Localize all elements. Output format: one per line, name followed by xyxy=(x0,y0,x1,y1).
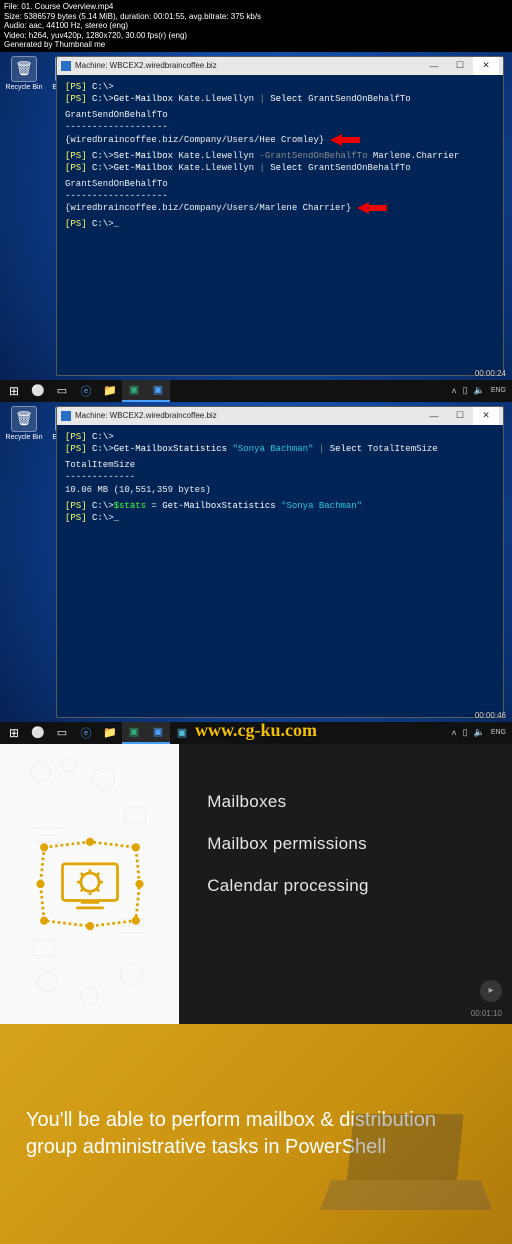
app-taskbar-button[interactable]: ▣ xyxy=(170,722,194,744)
window-titlebar[interactable]: Machine: WBCEX2.wiredbraincoffee.biz — ☐… xyxy=(57,407,503,425)
bullet-item: Calendar processing xyxy=(207,876,484,896)
red-arrow-icon xyxy=(330,134,360,146)
trash-icon: 🗑 xyxy=(11,56,37,82)
language-indicator[interactable]: ENG xyxy=(491,729,506,736)
red-arrow-icon xyxy=(357,202,387,214)
recycle-bin-label: Recycle Bin xyxy=(4,84,44,91)
taskbar[interactable]: ⊞ ⚪ ▭ ⓔ 📁 ▣ ▣ ˄ ▯ 🔈 ENG xyxy=(0,380,512,402)
volume-icon[interactable]: 🔈 xyxy=(474,385,485,396)
search-button[interactable]: ⚪ xyxy=(26,380,50,402)
slide-content: Mailboxes Mailbox permissions Calendar p… xyxy=(179,744,512,1024)
thumbnail-metadata: File: 01. Course Overview.mp4 Size: 5386… xyxy=(0,0,512,52)
window-title: Machine: WBCEX2.wiredbraincoffee.biz xyxy=(75,61,421,70)
file-explorer-button[interactable]: 📁 xyxy=(98,722,122,744)
bullet-item: Mailbox permissions xyxy=(207,834,484,854)
screenshot-frame-2: 🗑 Recycle Bin E Exchange Machine: WBCEX2… xyxy=(0,402,512,744)
chevron-up-icon[interactable]: ˄ xyxy=(451,728,456,738)
edge-button[interactable]: ⓔ xyxy=(74,380,98,402)
powershell-window: Machine: WBCEX2.wiredbraincoffee.biz — ☐… xyxy=(56,56,504,376)
frame-timestamp: 00:00:24 xyxy=(475,369,506,378)
network-icon[interactable]: ▯ xyxy=(463,727,468,738)
maximize-button[interactable]: ☐ xyxy=(447,57,473,75)
file-explorer-button[interactable]: 📁 xyxy=(98,380,122,402)
language-indicator[interactable]: ENG xyxy=(491,387,506,394)
recycle-bin-icon[interactable]: 🗑 Recycle Bin xyxy=(4,406,44,441)
minimize-button[interactable]: — xyxy=(421,407,447,425)
recycle-bin-icon[interactable]: 🗑 Recycle Bin xyxy=(4,56,44,91)
volume-icon[interactable]: 🔈 xyxy=(474,727,485,738)
close-button[interactable]: ✕ xyxy=(473,407,499,425)
screenshot-frame-1: 🗑 Recycle Bin E Exchange Machine: WBCEX2… xyxy=(0,52,512,402)
window-titlebar[interactable]: Machine: WBCEX2.wiredbraincoffee.biz — ☐… xyxy=(57,57,503,75)
window-title: Machine: WBCEX2.wiredbraincoffee.biz xyxy=(75,411,421,420)
powershell-taskbar-button[interactable]: ▣ xyxy=(146,722,170,744)
task-view-button[interactable]: ▭ xyxy=(50,722,74,744)
terminal-output[interactable]: [PS] C:\> [PS] C:\>Get-MailboxStatistics… xyxy=(57,425,503,530)
task-view-button[interactable]: ▭ xyxy=(50,380,74,402)
system-tray[interactable]: ˄ ▯ 🔈 ENG xyxy=(451,727,510,738)
screenshot-frame-4: You'll be able to perform mailbox & dist… xyxy=(0,1024,512,1244)
system-tray[interactable]: ˄ ▯ 🔈 ENG xyxy=(451,385,510,396)
chevron-up-icon[interactable]: ˄ xyxy=(451,386,456,396)
play-button-overlay[interactable]: ▸ xyxy=(480,980,502,1002)
start-button[interactable]: ⊞ xyxy=(2,380,26,402)
slide-sidebar xyxy=(0,744,179,1024)
meta-video: Video: h264, yuv420p, 1280x720, 30.00 fp… xyxy=(4,31,508,41)
search-button[interactable]: ⚪ xyxy=(26,722,50,744)
maximize-button[interactable]: ☐ xyxy=(447,407,473,425)
frame-timestamp: 00:01:10 xyxy=(471,1009,502,1018)
powershell-taskbar-button[interactable]: ▣ xyxy=(146,380,170,402)
start-button[interactable]: ⊞ xyxy=(2,722,26,744)
frame-timestamp: 00:00:46 xyxy=(475,711,506,720)
laptop-silhouette xyxy=(326,1114,496,1234)
powershell-icon xyxy=(61,61,71,71)
server-manager-button[interactable]: ▣ xyxy=(122,380,146,402)
meta-file: File: 01. Course Overview.mp4 xyxy=(4,2,508,12)
recycle-bin-label: Recycle Bin xyxy=(4,434,44,441)
monitor-gear-icon xyxy=(35,836,145,931)
minimize-button[interactable]: — xyxy=(421,57,447,75)
meta-audio: Audio: aac, 44100 Hz, stereo (eng) xyxy=(4,21,508,31)
bullet-item: Mailboxes xyxy=(207,792,484,812)
network-icon[interactable]: ▯ xyxy=(463,385,468,396)
powershell-icon xyxy=(61,411,71,421)
terminal-output[interactable]: [PS] C:\> [PS] C:\>Get-Mailbox Kate.Llew… xyxy=(57,75,503,237)
server-manager-button[interactable]: ▣ xyxy=(122,722,146,744)
meta-gen: Generated by Thumbnail me xyxy=(4,40,508,50)
screenshot-frame-3: www.cg-ku.com xyxy=(0,744,512,1024)
meta-size: Size: 5386579 bytes (5.14 MiB), duration… xyxy=(4,12,508,22)
close-button[interactable]: ✕ xyxy=(473,57,499,75)
trash-icon: 🗑 xyxy=(11,406,37,432)
taskbar[interactable]: ⊞ ⚪ ▭ ⓔ 📁 ▣ ▣ ▣ ˄ ▯ 🔈 ENG xyxy=(0,722,512,744)
edge-button[interactable]: ⓔ xyxy=(74,722,98,744)
powershell-window: Machine: WBCEX2.wiredbraincoffee.biz — ☐… xyxy=(56,406,504,718)
